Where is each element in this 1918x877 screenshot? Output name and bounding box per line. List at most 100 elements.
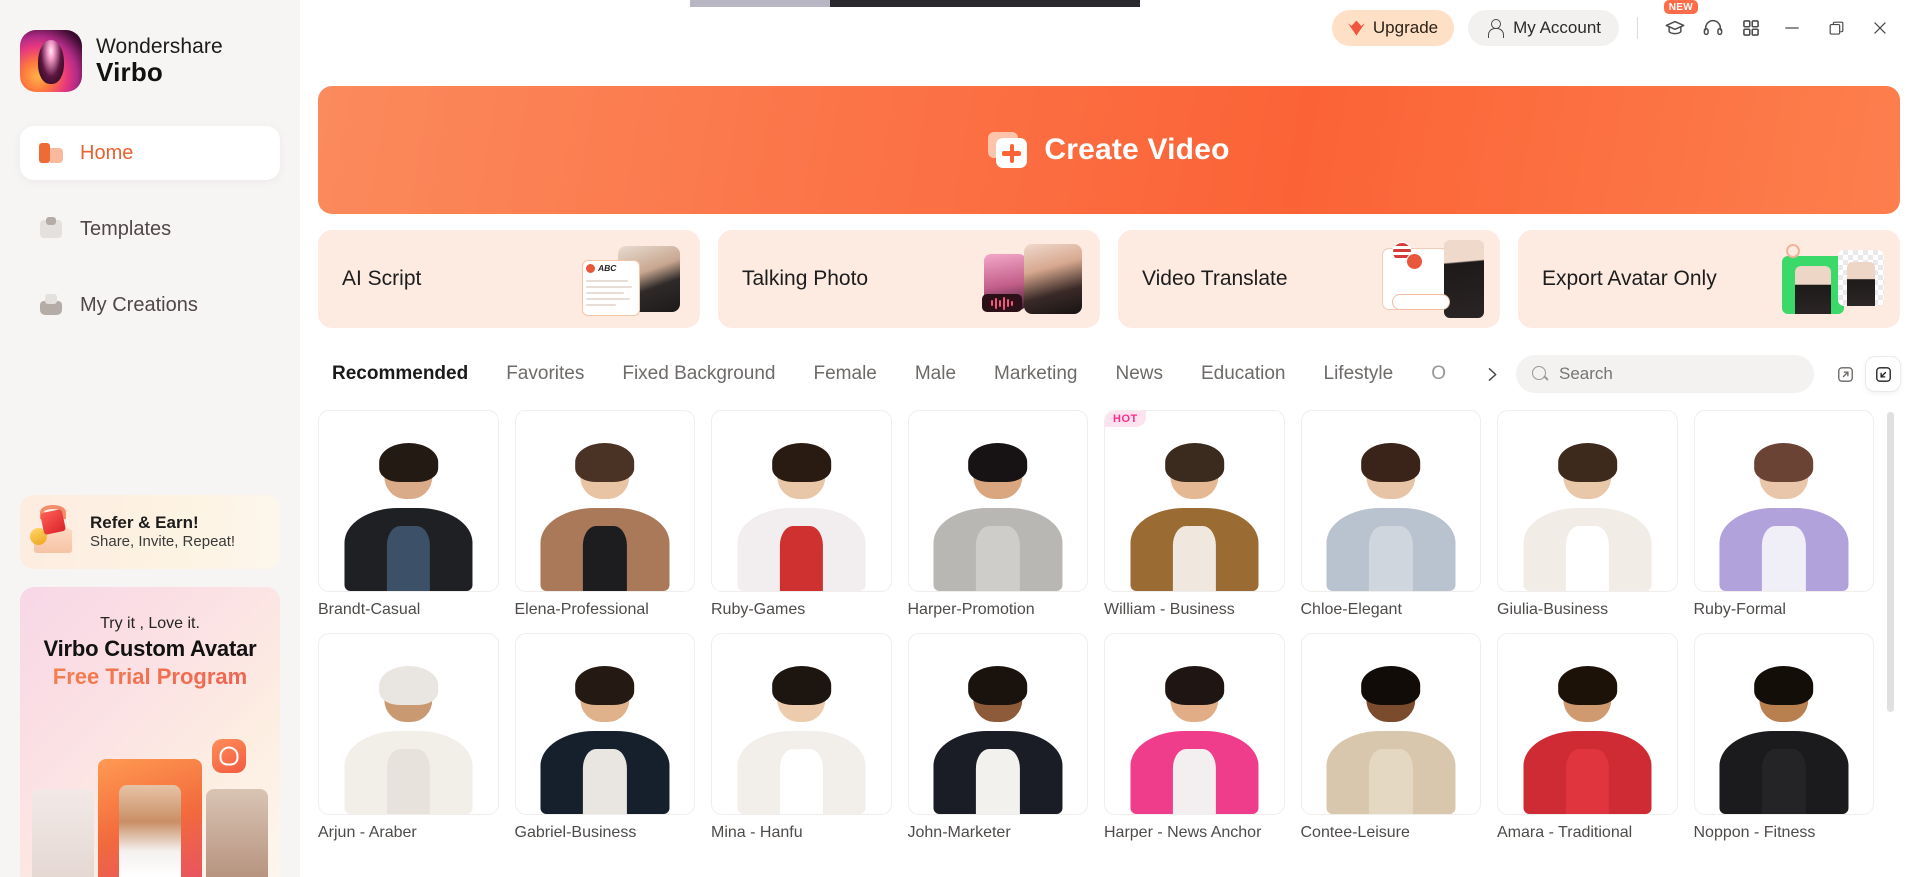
tab-occupation[interactable]: Occupation [1412, 363, 1446, 385]
avatar-thumbnail[interactable] [318, 410, 499, 592]
avatar-card[interactable]: Chloe-Elegant [1300, 410, 1481, 619]
avatar-card[interactable]: Elena-Professional [514, 410, 695, 619]
avatar-portrait [1129, 666, 1259, 814]
avatar-card[interactable]: Brandt-Casual [318, 410, 499, 619]
upgrade-button-label: Upgrade [1372, 18, 1439, 37]
avatar-card[interactable]: Contee-Leisure [1300, 633, 1481, 842]
tab-fixed-background[interactable]: Fixed Background [603, 363, 794, 385]
templates-icon [38, 216, 64, 242]
avatar-name: William - Business [1104, 601, 1235, 618]
avatar-thumbnail[interactable] [1104, 633, 1285, 815]
avatar-card[interactable]: John-Marketer [907, 633, 1088, 842]
avatar-card[interactable]: Mina - Hanfu [711, 633, 892, 842]
avatar-name: Arjun - Araber [318, 824, 417, 841]
avatar-card[interactable]: Noppon - Fitness [1693, 633, 1874, 842]
sidebar-item-templates-label: Templates [80, 217, 172, 240]
avatar-name: Brandt-Casual [318, 601, 421, 618]
avatar-card[interactable]: Harper - News Anchor [1104, 633, 1285, 842]
sidebar-item-home[interactable]: Home [20, 126, 280, 180]
avatar-thumbnail[interactable] [1693, 633, 1874, 815]
graduation-cap-icon[interactable]: NEW [1656, 0, 1698, 47]
avatar-name: Contee-Leisure [1300, 824, 1410, 841]
feature-card-ai-script[interactable]: AI Script ABC [318, 230, 700, 328]
collapse-view-icon[interactable] [1866, 357, 1900, 391]
avatar-thumbnail[interactable] [711, 410, 892, 592]
tab-recommended[interactable]: Recommended [318, 363, 487, 385]
search-input[interactable] [1559, 364, 1798, 384]
sidebar-item-templates[interactable]: Templates [20, 202, 280, 256]
feature-label-talking-photo: Talking Photo [742, 267, 869, 290]
virbo-logo-icon [20, 30, 82, 92]
tab-lifestyle[interactable]: Lifestyle [1305, 363, 1413, 385]
avatar-thumbnail[interactable]: HOT [1104, 410, 1285, 592]
avatar-card[interactable]: Harper-Promotion [907, 410, 1088, 619]
avatar-thumbnail[interactable] [514, 633, 695, 815]
avatar-name: Gabriel-Business [514, 824, 637, 841]
apps-grid-icon[interactable] [1732, 9, 1770, 47]
avatar-thumbnail[interactable] [1497, 633, 1678, 815]
titlebar-divider [1637, 17, 1638, 39]
sidebar: Wondershare Virbo Home Templates My Crea… [0, 0, 300, 877]
tab-education[interactable]: Education [1182, 363, 1305, 385]
avatar-card[interactable]: Gabriel-Business [514, 633, 695, 842]
avatar-portrait [1522, 443, 1652, 591]
avatar-card[interactable]: Arjun - Araber [318, 633, 499, 842]
avatar-thumbnail[interactable] [1693, 410, 1874, 592]
avatar-grid-scrollbar[interactable] [1887, 412, 1894, 712]
refer-and-earn-promo[interactable]: Refer & Earn! Share, Invite, Repeat! [20, 495, 280, 569]
chevron-right-icon[interactable] [1476, 366, 1506, 383]
avatar-portrait [933, 666, 1062, 814]
maximize-button[interactable] [1814, 8, 1858, 48]
avatar-thumbnail[interactable] [1300, 633, 1481, 815]
avatar-promo-line3: Free Trial Program [20, 664, 280, 690]
avatar-thumbnail[interactable] [907, 410, 1088, 592]
minimize-button[interactable] [1770, 8, 1814, 48]
avatar-name: Ruby-Formal [1693, 601, 1786, 618]
feature-card-video-translate[interactable]: Video Translate [1118, 230, 1500, 328]
avatar-promo-line1: Try it , Love it. [100, 615, 200, 632]
category-tabs: Recommended Favorites Fixed Background F… [318, 363, 1476, 385]
new-badge: NEW [1663, 0, 1698, 14]
avatar-card[interactable]: Ruby-Formal [1693, 410, 1874, 619]
sidebar-item-my-creations[interactable]: My Creations [20, 278, 280, 332]
avatar-name: Mina - Hanfu [711, 824, 803, 841]
my-account-label: My Account [1513, 18, 1601, 37]
close-button[interactable] [1858, 8, 1902, 48]
main-area: Upgrade My Account NEW Create Video AI S… [300, 0, 1918, 877]
brand-product-name: Virbo [96, 57, 163, 88]
avatar-name: Amara - Traditional [1497, 824, 1633, 841]
avatar-thumbnail[interactable] [318, 633, 499, 815]
custom-avatar-promo[interactable]: Try it , Love it. Virbo Custom Avatar Fr… [20, 587, 280, 877]
my-account-button[interactable]: My Account [1468, 10, 1619, 46]
avatar-thumbnail[interactable] [711, 633, 892, 815]
avatar-promo-line2: Virbo Custom Avatar [43, 636, 257, 661]
tab-female[interactable]: Female [795, 363, 896, 385]
avatar-thumbnail[interactable] [1300, 410, 1481, 592]
create-video-banner[interactable]: Create Video [318, 86, 1900, 214]
virbo-app-window: Wondershare Virbo Home Templates My Crea… [0, 0, 1918, 877]
avatar-card[interactable]: Amara - Traditional [1497, 633, 1678, 842]
avatar-name: Elena-Professional [514, 601, 649, 618]
avatar-card[interactable]: Ruby-Games [711, 410, 892, 619]
avatar-name: Ruby-Games [711, 601, 806, 618]
expand-view-icon[interactable] [1828, 357, 1862, 391]
headset-support-icon[interactable] [1694, 9, 1732, 47]
avatar-card[interactable]: HOT William - Business [1104, 410, 1285, 619]
avatar-name: Noppon - Fitness [1693, 824, 1816, 841]
tab-marketing[interactable]: Marketing [975, 363, 1096, 385]
avatar-thumbnail[interactable] [1497, 410, 1678, 592]
feature-card-talking-photo[interactable]: Talking Photo [718, 230, 1100, 328]
tab-male[interactable]: Male [896, 363, 975, 385]
avatar-portrait [736, 443, 866, 591]
avatar-thumbnail[interactable] [907, 633, 1088, 815]
avatar-portrait [540, 443, 669, 591]
tab-favorites[interactable]: Favorites [487, 363, 603, 385]
avatar-card[interactable]: Giulia-Business [1497, 410, 1678, 619]
avatar-thumbnail[interactable] [514, 410, 695, 592]
upgrade-button[interactable]: Upgrade [1331, 10, 1455, 46]
avatar-name: John-Marketer [907, 824, 1011, 841]
tab-news[interactable]: News [1096, 363, 1182, 385]
my-creations-icon [38, 292, 64, 318]
search-box[interactable] [1516, 355, 1814, 393]
feature-card-export-avatar-only[interactable]: Export Avatar Only [1518, 230, 1900, 328]
